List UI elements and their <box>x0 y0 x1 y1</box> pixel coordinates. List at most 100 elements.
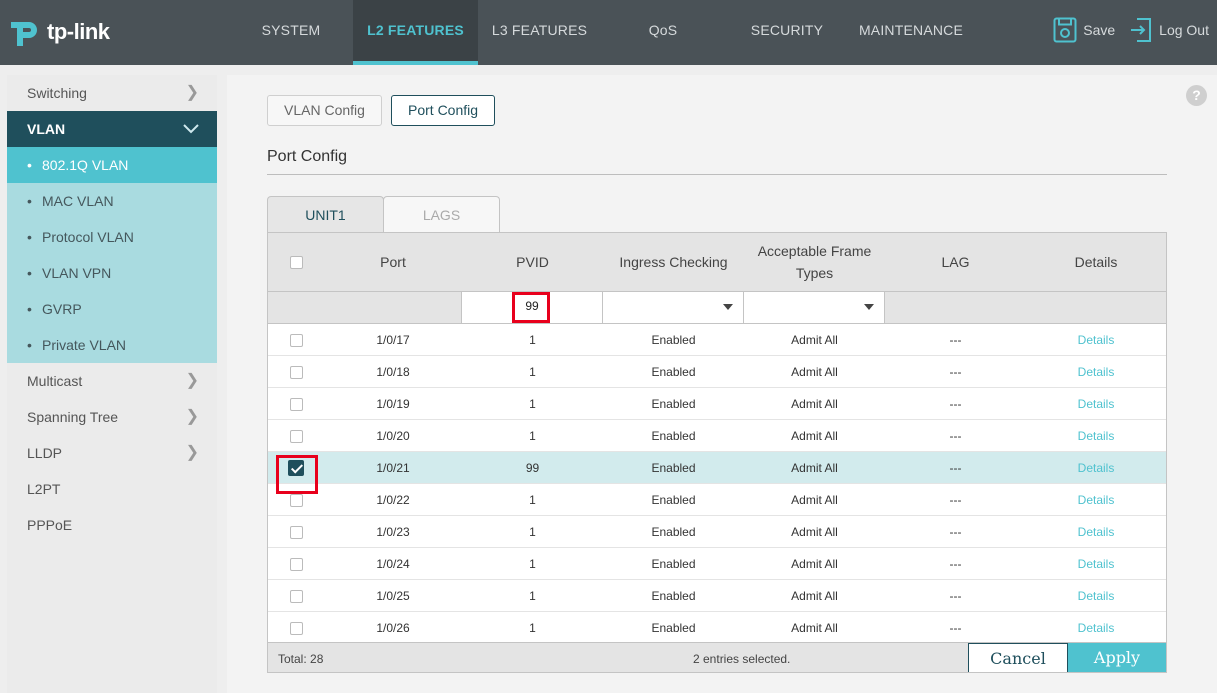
row-select-cell <box>268 588 324 603</box>
ingress-filter-select[interactable] <box>603 292 744 323</box>
pvid-cell: 99 <box>525 460 540 475</box>
nav-system[interactable]: SYSTEM <box>229 0 353 65</box>
main-nav: SYSTEM L2 FEATURES L3 FEATURES QoS SECUR… <box>229 0 973 65</box>
pvid-cell: 1 <box>529 524 536 539</box>
row-checkbox[interactable] <box>289 365 303 379</box>
nav-qos[interactable]: QoS <box>601 0 725 65</box>
filter-empty <box>885 292 1166 323</box>
sidebar-item-l2pt[interactable]: L2PT <box>7 471 217 507</box>
chevron-down-icon <box>723 304 733 310</box>
sidebar-subitem-private-vlan[interactable]: • Private VLAN <box>7 327 217 363</box>
row-checkbox[interactable] <box>289 589 303 603</box>
select-all-checkbox[interactable] <box>289 255 303 269</box>
sidebar-subitem-mac-vlan[interactable]: • MAC VLAN <box>7 183 217 219</box>
row-select-cell <box>268 556 324 571</box>
sidebar-item-spanning-tree[interactable]: Spanning Tree ❯ <box>7 399 217 435</box>
sidebar-subitem-label: MAC VLAN <box>42 193 114 209</box>
details-link[interactable]: Details <box>1026 333 1166 347</box>
table-row[interactable]: 1/0/25 1 Enabled Admit All --- Details <box>268 580 1166 612</box>
nav-l2-features[interactable]: L2 FEATURES <box>353 0 478 65</box>
ingress-cell: Enabled <box>651 460 696 475</box>
row-checkbox[interactable] <box>289 429 303 443</box>
details-link[interactable]: Details <box>1026 461 1166 475</box>
divider <box>267 174 1167 175</box>
ingress-cell: Enabled <box>651 556 696 571</box>
row-checkbox[interactable] <box>289 493 303 507</box>
page-title: Port Config <box>267 148 348 165</box>
logout-label: Log Out <box>1159 22 1209 38</box>
tab-lags[interactable]: LAGS <box>383 196 500 234</box>
lag-cell: --- <box>949 396 962 411</box>
table-header: Port PVID Ingress Checking Acceptable Fr… <box>268 233 1166 292</box>
sidebar-item-lldp[interactable]: LLDP ❯ <box>7 435 217 471</box>
table-row[interactable]: 1/0/18 1 Enabled Admit All --- Details <box>268 356 1166 388</box>
sidebar-item-label: Spanning Tree <box>27 409 119 425</box>
tab-unit1[interactable]: UNIT1 <box>267 196 384 234</box>
highlight-box <box>512 292 550 323</box>
row-checkbox[interactable] <box>289 333 303 347</box>
row-select-cell <box>268 332 324 347</box>
sidebar-subitem-protocol-vlan[interactable]: • Protocol VLAN <box>7 219 217 255</box>
logo-text: tp-link <box>47 19 110 44</box>
port-cell: 1/0/23 <box>376 524 410 539</box>
logout-button[interactable]: Log Out <box>1129 17 1209 43</box>
tp-link-logo[interactable]: tp-link <box>7 12 110 52</box>
details-link[interactable]: Details <box>1026 429 1166 443</box>
cancel-button[interactable]: Cancel <box>968 643 1068 672</box>
nav-maintenance[interactable]: MAINTENANCE <box>849 0 973 65</box>
tab-vlan-config[interactable]: VLAN Config <box>267 95 382 126</box>
table-row[interactable]: 1/0/24 1 Enabled Admit All --- Details <box>268 548 1166 580</box>
chevron-right-icon: ❯ <box>185 84 199 101</box>
ingress-cell: Enabled <box>651 588 696 603</box>
tab-port-config[interactable]: Port Config <box>391 95 496 126</box>
vlan-submenu: • 802.1Q VLAN • MAC VLAN • Protocol VLAN • V… <box>7 147 217 363</box>
sidebar-subitem-gvrp[interactable]: • GVRP <box>7 291 217 327</box>
details-link[interactable]: Details <box>1026 525 1166 539</box>
row-checkbox[interactable] <box>289 525 303 539</box>
help-icon[interactable]: ? <box>1186 85 1207 106</box>
sidebar-subitem-vlan-vpn[interactable]: • VLAN VPN <box>7 255 217 291</box>
row-checkbox[interactable] <box>289 557 303 571</box>
chevron-right-icon: ❯ <box>185 372 199 389</box>
sidebar-subitem-label: 802.1Q VLAN <box>42 157 129 173</box>
sidebar-item-label: PPPoE <box>27 517 73 533</box>
details-link[interactable]: Details <box>1026 589 1166 603</box>
row-checkbox[interactable] <box>289 397 303 411</box>
table-row[interactable]: 1/0/21 99 Enabled Admit All --- Details <box>268 452 1166 484</box>
frame-type-filter-select[interactable] <box>744 292 885 323</box>
apply-button[interactable]: Apply <box>1068 643 1166 672</box>
details-link[interactable]: Details <box>1026 365 1166 379</box>
table-row[interactable]: 1/0/26 1 Enabled Admit All --- Details <box>268 612 1166 644</box>
sidebar-item-switching[interactable]: Switching ❯ <box>7 75 217 111</box>
lag-cell: --- <box>949 588 962 603</box>
sidebar-item-multicast[interactable]: Multicast ❯ <box>7 363 217 399</box>
header-frame-line1: Acceptable Frame <box>757 243 872 259</box>
port-cell: 1/0/26 <box>376 620 410 635</box>
table-row[interactable]: 1/0/19 1 Enabled Admit All --- Details <box>268 388 1166 420</box>
table-row[interactable]: 1/0/23 1 Enabled Admit All --- Details <box>268 516 1166 548</box>
header-details: Details <box>1074 254 1118 270</box>
sidebar-item-pppoe[interactable]: PPPoE <box>7 507 217 543</box>
pvid-filter-input[interactable]: 99 <box>462 292 603 323</box>
chevron-down-icon <box>864 304 874 310</box>
save-button[interactable]: Save <box>1053 17 1115 43</box>
table-body: 1/0/17 1 Enabled Admit All --- Details 1/0/18 1… <box>268 324 1166 644</box>
details-link[interactable]: Details <box>1026 493 1166 507</box>
table-row[interactable]: 1/0/22 1 Enabled Admit All --- Details <box>268 484 1166 516</box>
highlight-box <box>276 455 318 494</box>
header-ingress-checking: Ingress Checking <box>619 254 728 270</box>
nav-l3-features[interactable]: L3 FEATURES <box>478 0 601 65</box>
lag-cell: --- <box>949 364 962 379</box>
table-row[interactable]: 1/0/17 1 Enabled Admit All --- Details <box>268 324 1166 356</box>
port-config-table: Port PVID Ingress Checking Acceptable Fr… <box>267 232 1167 673</box>
sidebar-item-label: Multicast <box>27 373 83 389</box>
ingress-cell: Enabled <box>651 524 696 539</box>
details-link[interactable]: Details <box>1026 557 1166 571</box>
table-row[interactable]: 1/0/20 1 Enabled Admit All --- Details <box>268 420 1166 452</box>
details-link[interactable]: Details <box>1026 621 1166 635</box>
frame-type-cell: Admit All <box>791 524 838 539</box>
nav-security[interactable]: SECURITY <box>725 0 849 65</box>
sidebar-item-vlan[interactable]: VLAN <box>7 111 217 147</box>
row-checkbox[interactable] <box>289 621 303 635</box>
details-link[interactable]: Details <box>1026 397 1166 411</box>
